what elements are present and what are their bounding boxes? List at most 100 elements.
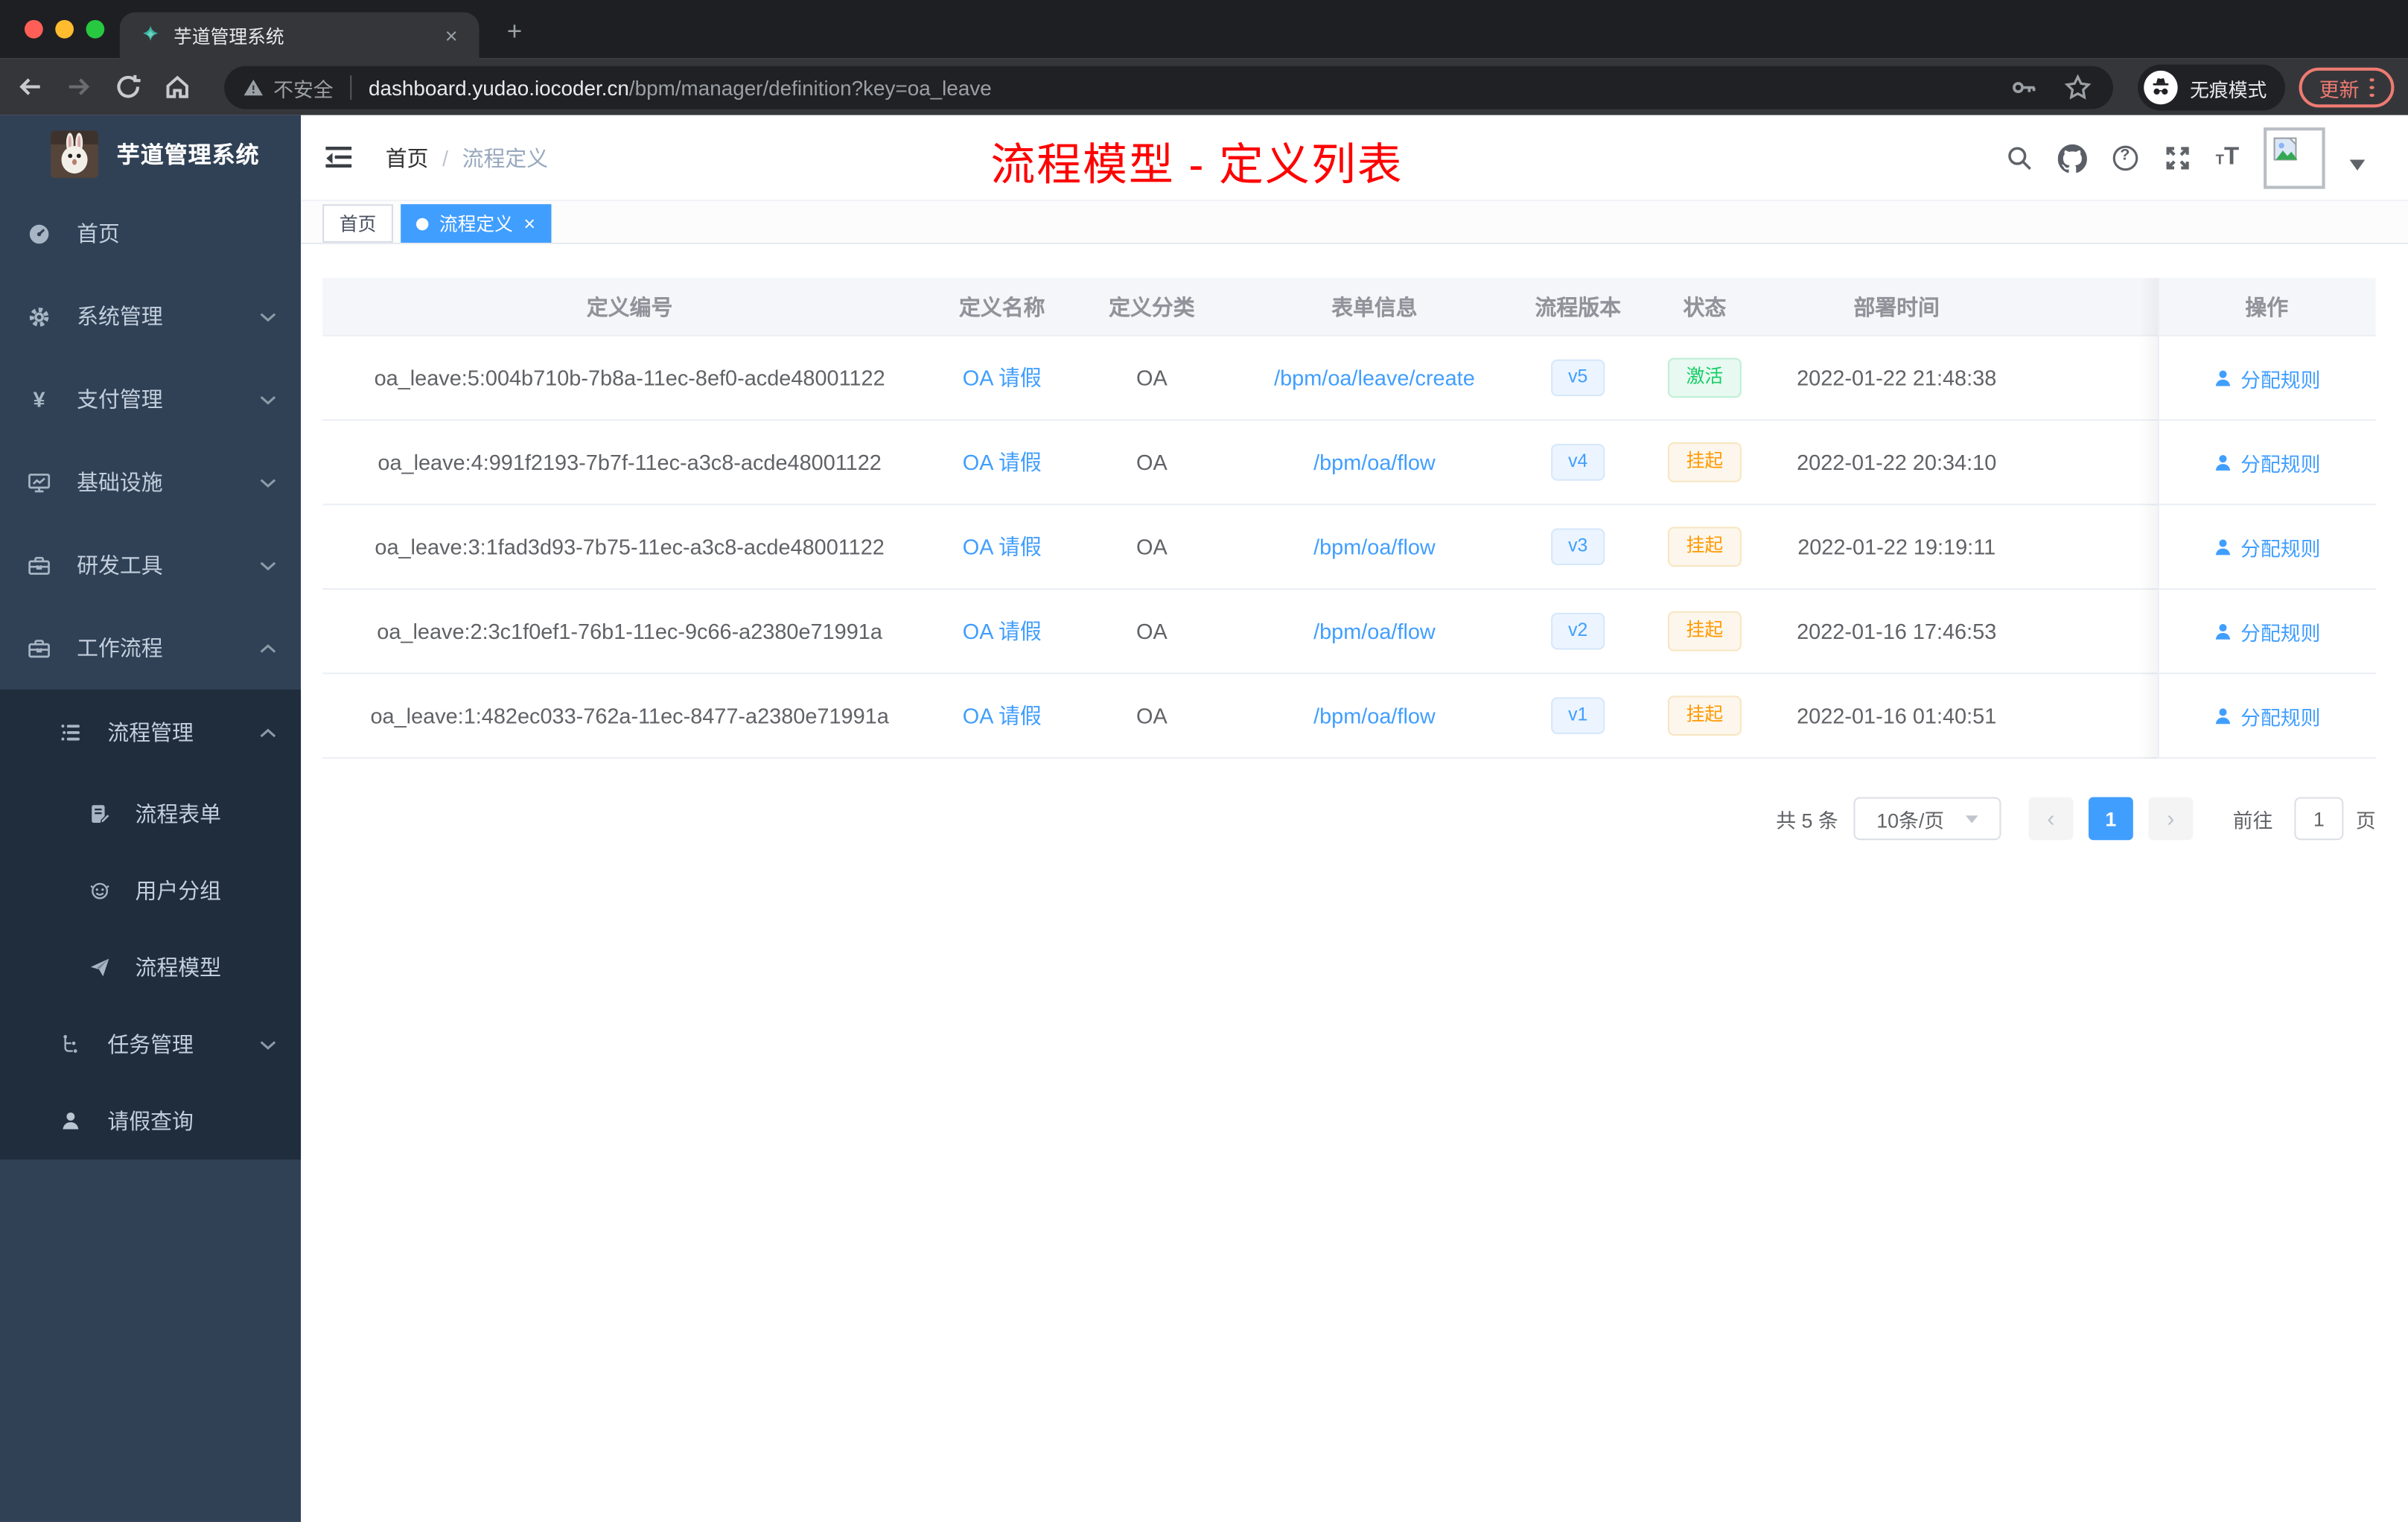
home-icon[interactable] bbox=[163, 72, 192, 101]
sidebar-item-infra[interactable]: 基础设施 bbox=[0, 441, 301, 523]
sidebar-item-system[interactable]: 系统管理 bbox=[0, 275, 301, 357]
goto-page-input[interactable] bbox=[2294, 797, 2344, 841]
assign-rule-link[interactable]: 分配规则 bbox=[2213, 701, 2320, 730]
sidebar-item-user-group[interactable]: 用户分组 bbox=[0, 853, 301, 929]
sidebar-item-process-form[interactable]: 流程表单 bbox=[0, 776, 301, 853]
search-icon[interactable] bbox=[2005, 144, 2033, 172]
back-icon[interactable] bbox=[16, 72, 45, 101]
page-title: 流程模型 - 定义列表 bbox=[990, 141, 1404, 191]
definition-name-link[interactable]: OA 请假 bbox=[937, 447, 1067, 477]
site-security-badge[interactable]: 不安全 bbox=[243, 73, 334, 102]
form-link[interactable]: /bpm/oa/flow bbox=[1236, 450, 1512, 474]
definition-category: OA bbox=[1135, 619, 1168, 644]
chevron-down-icon bbox=[260, 477, 277, 487]
table-row: oa_leave:4:991f2193-7b7f-11ec-a3c8-acde4… bbox=[322, 421, 2376, 506]
sidebar-item-devtools[interactable]: 研发工具 bbox=[0, 523, 301, 606]
form-link[interactable]: /bpm/oa/flow bbox=[1236, 619, 1512, 643]
form-link[interactable]: /bpm/oa/flow bbox=[1236, 535, 1512, 559]
definition-name-link[interactable]: OA 请假 bbox=[937, 363, 1067, 393]
definition-id: oa_leave:1:482ec033-762a-11ec-8477-a2380… bbox=[370, 703, 889, 728]
tag-close-icon[interactable]: × bbox=[523, 214, 535, 234]
page-size-select[interactable]: 10条/页 bbox=[1853, 797, 2001, 841]
deploy-time: 2022-01-16 17:46:53 bbox=[1797, 619, 1997, 644]
form-edit-icon bbox=[88, 803, 111, 825]
column-header: 操作 bbox=[2245, 293, 2289, 319]
tag-process-definition[interactable]: 流程定义 × bbox=[401, 204, 551, 243]
deploy-time: 2022-01-22 19:19:11 bbox=[1797, 534, 1996, 559]
browser-window: 芋道管理系统 × + 不安全 dashboard.yudao.iocoder.c… bbox=[0, 0, 2408, 1522]
address-bar[interactable]: 不安全 dashboard.yudao.iocoder.cn/bpm/manag… bbox=[224, 66, 2113, 109]
assign-rule-label: 分配规则 bbox=[2240, 536, 2321, 560]
bookmark-star-icon[interactable] bbox=[2064, 74, 2092, 101]
sidebar-item-home[interactable]: 首页 bbox=[0, 192, 301, 275]
avatar-dropdown-caret-icon[interactable] bbox=[2349, 159, 2366, 170]
tab-close-icon[interactable]: × bbox=[439, 23, 463, 48]
fullscreen-icon[interactable] bbox=[2163, 144, 2191, 172]
definition-id: oa_leave:2:3c1f0ef1-76b1-11ec-9c66-a2380… bbox=[377, 619, 882, 644]
github-icon[interactable] bbox=[2057, 143, 2087, 173]
font-small-glyph: T bbox=[2215, 152, 2224, 168]
column-header: 定义编号 bbox=[586, 293, 673, 319]
browser-tab[interactable]: 芋道管理系统 × bbox=[119, 12, 480, 59]
form-link[interactable]: /bpm/oa/flow bbox=[1236, 704, 1512, 728]
sidebar-item-task-management[interactable]: 任务管理 bbox=[0, 1006, 301, 1083]
status-badge: 挂起 bbox=[1667, 442, 1742, 483]
sidebar-item-label: 基础设施 bbox=[77, 470, 163, 495]
incognito-badge: 无痕模式 bbox=[2138, 64, 2286, 111]
security-label: 不安全 bbox=[273, 77, 334, 101]
prev-page-button[interactable]: ‹ bbox=[2028, 797, 2074, 841]
breadcrumb-current: 流程定义 bbox=[462, 144, 549, 170]
sidebar-item-workflow[interactable]: 工作流程 bbox=[0, 607, 301, 690]
sidebar-item-label: 请假查询 bbox=[107, 1109, 194, 1134]
assign-rule-link[interactable]: 分配规则 bbox=[2213, 363, 2320, 392]
assign-rule-link[interactable]: 分配规则 bbox=[2213, 448, 2320, 477]
maximize-window-button[interactable] bbox=[86, 19, 105, 39]
user-icon bbox=[58, 1110, 81, 1132]
form-link[interactable]: /bpm/oa/leave/create bbox=[1236, 366, 1512, 390]
sidebar-item-process-model[interactable]: 流程模型 bbox=[0, 929, 301, 1006]
sidebar: 芋道管理系统 首页 系统管理 ¥ 支付管理 基础设施 研发工具 工作流程 流程管… bbox=[0, 115, 302, 1522]
definition-category: OA bbox=[1135, 534, 1168, 559]
logo[interactable]: 芋道管理系统 bbox=[0, 115, 301, 192]
close-window-button[interactable] bbox=[25, 19, 43, 39]
menu-dots-icon[interactable] bbox=[2369, 77, 2374, 98]
definition-name-link[interactable]: OA 请假 bbox=[937, 532, 1067, 562]
deploy-time: 2022-01-16 01:40:51 bbox=[1797, 703, 1997, 728]
assign-rule-label: 分配规则 bbox=[2240, 705, 2321, 729]
monitor-icon bbox=[28, 471, 51, 494]
help-icon[interactable]: ? bbox=[2111, 144, 2138, 172]
navbar: 首页 / 流程定义 流程模型 - 定义列表 ? T T bbox=[301, 115, 2408, 202]
definition-name-link[interactable]: OA 请假 bbox=[937, 616, 1067, 646]
page-number-button[interactable]: 1 bbox=[2088, 797, 2133, 841]
table-header-row: 定义编号 定义名称 定义分类 表单信息 流程版本 状态 部署时间 操作 bbox=[322, 278, 2376, 337]
update-button[interactable]: 更新 bbox=[2299, 67, 2395, 108]
forward-icon[interactable] bbox=[65, 72, 94, 101]
breadcrumb-home[interactable]: 首页 bbox=[386, 142, 429, 173]
sidebar-item-label: 流程模型 bbox=[135, 955, 222, 980]
update-label: 更新 bbox=[2319, 77, 2360, 101]
tags-view-bar: 首页 流程定义 × bbox=[301, 201, 2408, 244]
list-tree-icon bbox=[58, 722, 81, 743]
next-page-button[interactable]: › bbox=[2148, 797, 2194, 841]
new-tab-button[interactable]: + bbox=[500, 17, 528, 48]
font-size-icon[interactable]: TT bbox=[2216, 144, 2240, 172]
sidebar-item-leave-query[interactable]: 请假查询 bbox=[0, 1083, 301, 1159]
key-icon[interactable] bbox=[2010, 74, 2038, 101]
assign-rule-link[interactable]: 分配规则 bbox=[2213, 532, 2320, 561]
version-badge: v2 bbox=[1551, 613, 1605, 650]
avatar[interactable] bbox=[2264, 127, 2325, 189]
table-row: oa_leave:1:482ec033-762a-11ec-8477-a2380… bbox=[322, 674, 2376, 759]
incognito-label: 无痕模式 bbox=[2190, 79, 2267, 101]
version-badge: v5 bbox=[1551, 360, 1605, 396]
tag-home[interactable]: 首页 bbox=[322, 204, 394, 243]
deploy-time: 2022-01-22 20:34:10 bbox=[1797, 450, 1997, 475]
assign-rule-link[interactable]: 分配规则 bbox=[2213, 617, 2320, 646]
sidebar-toggle-icon[interactable] bbox=[325, 146, 352, 169]
column-header: 定义名称 bbox=[959, 293, 1045, 319]
sidebar-item-process-management[interactable]: 流程管理 bbox=[0, 690, 301, 776]
sidebar-item-payment[interactable]: ¥ 支付管理 bbox=[0, 358, 301, 441]
column-header: 表单信息 bbox=[1331, 293, 1418, 319]
definition-name-link[interactable]: OA 请假 bbox=[937, 701, 1067, 731]
minimize-window-button[interactable] bbox=[55, 19, 74, 39]
reload-icon[interactable] bbox=[114, 72, 143, 101]
